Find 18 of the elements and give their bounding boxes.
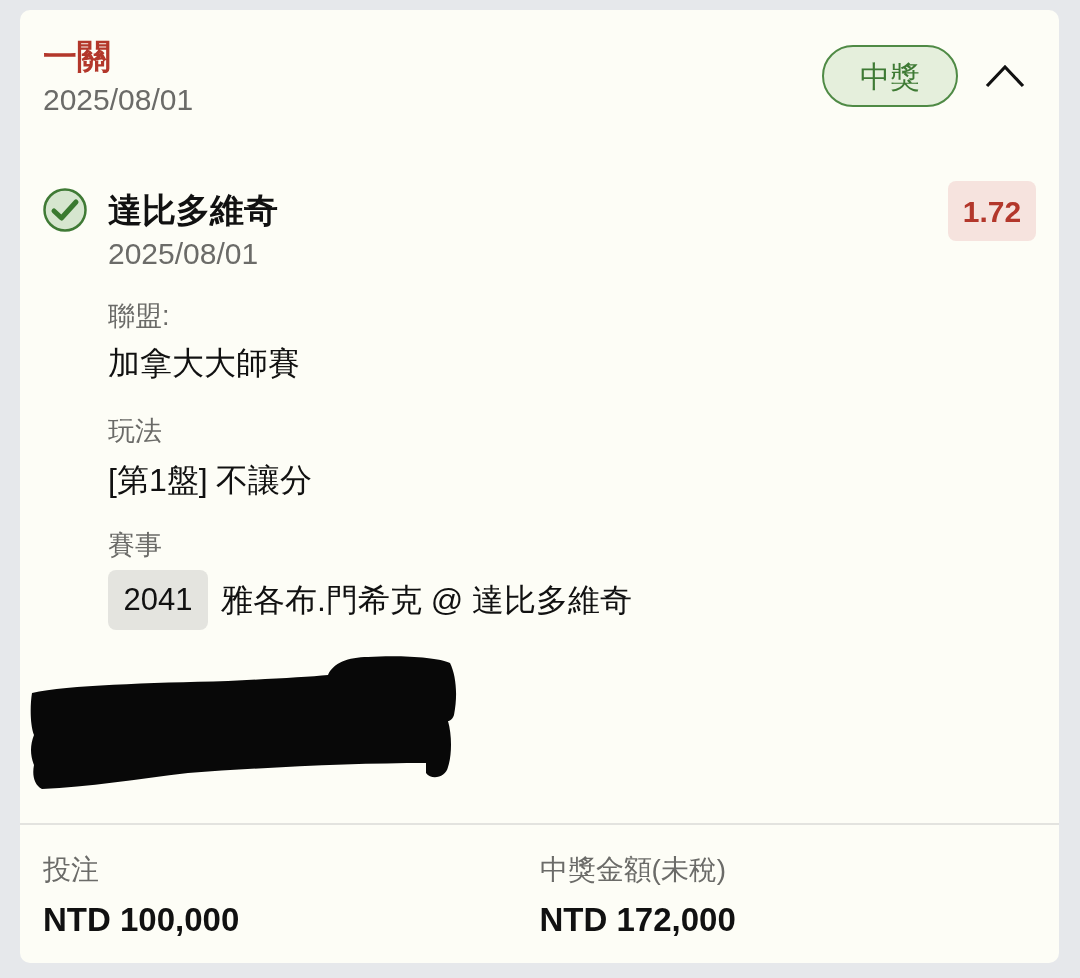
event-matchup: 雅各布.門希克 @ 達比多維奇 — [221, 581, 633, 620]
bet-type-title: 一關 — [43, 36, 111, 76]
summary-label: 中獎金額(未稅) — [539, 853, 727, 887]
detail-value: 加拿大大師賽 — [108, 344, 300, 383]
summary-amount: NTD 100,000 — [43, 900, 240, 940]
detail-label: 聯盟: — [108, 300, 170, 333]
status-badge: 中獎 — [822, 45, 958, 107]
selection-name: 達比多維奇 — [108, 190, 278, 231]
bet-date: 2025/08/01 — [43, 82, 194, 118]
summary-amount: NTD 172,000 — [539, 900, 736, 940]
odds-badge: 1.72 — [948, 181, 1036, 241]
detail-label: 賽事 — [108, 529, 162, 562]
detail-label: 玩法 — [108, 415, 162, 448]
event-number-chip: 2041 — [108, 570, 208, 630]
detail-value: [第1盤] 不讓分 — [108, 461, 313, 500]
collapse-chevron-icon[interactable] — [985, 64, 1025, 88]
selection-date: 2025/08/01 — [108, 236, 259, 272]
summary-label: 投注 — [43, 853, 99, 887]
